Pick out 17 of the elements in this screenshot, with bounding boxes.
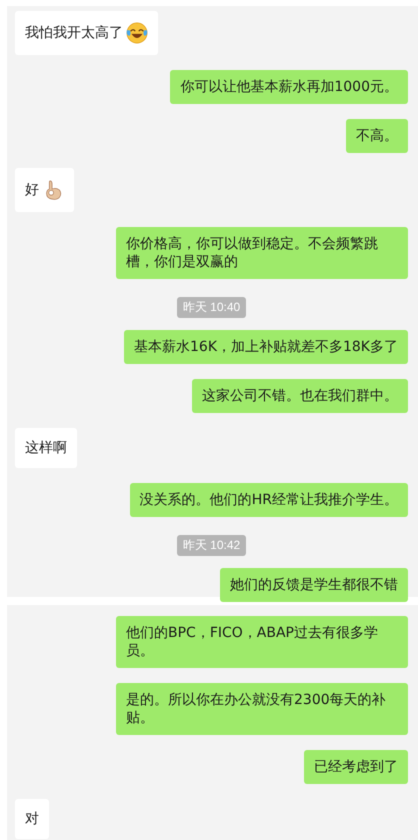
message-text: 你可以让他基本薪水再加1000元。 (180, 78, 398, 96)
message-text: 我怕我开太高了 (25, 24, 123, 42)
message-text: 她们的反馈是学生都很不错 (230, 576, 398, 594)
timestamp: 昨天 10:42 (176, 535, 246, 556)
message-text: 不高。 (356, 127, 398, 145)
laughing-crying-face-icon (126, 22, 148, 44)
message-text: 是的。所以你在办公就没有2300每天的补贴。 (126, 691, 387, 727)
message-text: 这家公司不错。也在我们群中。 (202, 387, 398, 405)
message-text: 基本薪水16K，加上补贴就差不多18K多了 (134, 338, 398, 356)
timestamp: 昨天 10:40 (176, 297, 246, 318)
message-text: 好 (25, 181, 39, 199)
message-text: 他们的BPC，FICO，ABAP过去有很多学员。 (126, 624, 379, 660)
message-text: 你价格高，你可以做到稳定。不会频繁跳槽，你们是双赢的 (126, 235, 379, 271)
message-text: 这样啊 (25, 439, 67, 457)
message-text: 已经考虑到了 (314, 758, 398, 776)
message-text: 对 (25, 810, 39, 828)
message-text: 没关系的。他们的HR经常让我推介学生。 (140, 491, 398, 509)
